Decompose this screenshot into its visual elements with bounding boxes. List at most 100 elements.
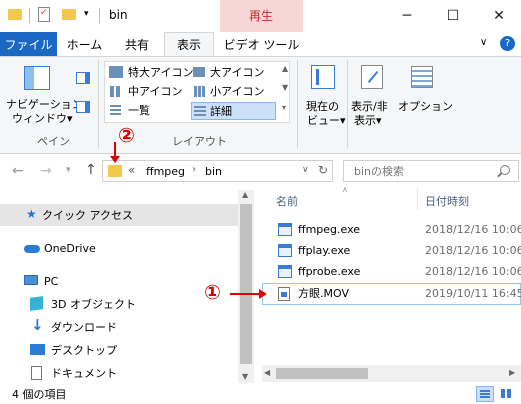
layout-details[interactable]: 詳細 — [191, 102, 276, 120]
nav-item-label: ドキュメント — [51, 367, 117, 380]
tab-file[interactable]: ファイル — [0, 32, 57, 56]
star-icon: ★ — [26, 207, 37, 221]
file-name: ffprobe.exe — [298, 265, 361, 278]
details-icon — [194, 106, 206, 116]
layout-list[interactable]: 一覧 — [108, 102, 190, 119]
recent-locations-icon[interactable]: ▾ — [66, 166, 71, 175]
hscroll-thumb[interactable] — [276, 368, 368, 379]
gallery-down-icon[interactable]: ▼ — [282, 84, 288, 92]
hscroll-left-icon[interactable]: ◀ — [264, 369, 270, 377]
details-pane-icon[interactable] — [76, 101, 90, 113]
scroll-down-icon[interactable]: ▼ — [242, 373, 248, 381]
layout-group-label: レイアウト — [172, 135, 227, 148]
nav-item-quick-access[interactable]: ★ クイック アクセス — [0, 204, 238, 226]
large-icons-view-toggle[interactable] — [498, 386, 516, 402]
layout-item-label: 詳細 — [210, 105, 232, 118]
show-hide-label-2: 表示▾ — [354, 114, 382, 127]
up-icon[interactable]: ↑ — [85, 163, 97, 177]
details-view-toggle[interactable] — [476, 386, 494, 402]
tab-video-tools[interactable]: ビデオ ツール — [220, 32, 303, 56]
cloud-icon — [24, 245, 40, 253]
preview-pane-icon[interactable] — [76, 72, 90, 84]
current-view-button[interactable]: 現在の ビュー▾ — [301, 60, 346, 130]
layout-extra-large-icons[interactable]: 特大アイコン — [108, 64, 194, 81]
pc-icon — [24, 275, 38, 285]
file-row[interactable]: ffmpeg.exe 2018/12/16 10:06 — [262, 219, 521, 241]
layout-item-label: 一覧 — [128, 104, 150, 117]
help-icon[interactable]: ? — [500, 36, 515, 51]
file-date: 2019/10/11 16:45 — [425, 287, 521, 300]
pane-group-label: ペイン — [37, 135, 70, 148]
show-hide-icon — [361, 65, 383, 89]
file-row[interactable]: ffprobe.exe 2018/12/16 10:06 — [262, 261, 521, 283]
nav-item-pc[interactable]: PC — [0, 270, 238, 292]
nav-item-desktop[interactable]: デスクトップ — [0, 339, 238, 361]
annotation-arrowhead — [259, 289, 267, 299]
breadcrumb-bin[interactable]: bin — [205, 166, 222, 177]
breadcrumb-ffmpeg[interactable]: ffmpeg — [146, 166, 185, 177]
minimize-button[interactable]: ─ — [384, 0, 430, 32]
ribbon-separator — [347, 60, 348, 148]
item-count: 4 個の項目 — [12, 388, 67, 401]
tab-share[interactable]: 共有 — [112, 32, 162, 56]
navigation-pane-button[interactable]: ナビゲーション ウィンドウ▾ — [4, 60, 83, 126]
current-view-label-1: 現在の — [306, 100, 339, 113]
qat-dropdown-icon[interactable]: ▾ — [84, 10, 89, 19]
back-icon[interactable]: ← — [12, 164, 24, 178]
scroll-thumb[interactable] — [240, 204, 252, 364]
new-folder-icon[interactable] — [62, 9, 76, 20]
list-icon — [110, 105, 121, 116]
file-row[interactable]: 方眼.MOV 2019/10/11 16:45 — [262, 283, 521, 305]
properties-icon[interactable]: ✓ — [38, 7, 50, 22]
show-hide-button[interactable]: 表示/非 表示▾ — [350, 60, 396, 130]
medium-icons-icon — [110, 86, 121, 97]
annotation-circle-2: ② — [118, 123, 135, 147]
nav-item-documents[interactable]: ドキュメント — [0, 362, 238, 383]
nav-item-3d-objects[interactable]: 3D オブジェクト — [0, 293, 238, 315]
file-row[interactable]: ffplay.exe 2018/12/16 10:06 — [262, 240, 521, 262]
address-dropdown-icon[interactable]: ∨ — [302, 166, 309, 175]
search-placeholder: binの検索 — [354, 165, 405, 178]
maximize-button[interactable]: ☐ — [430, 0, 476, 32]
current-view-icon — [311, 65, 335, 89]
nav-item-onedrive[interactable]: OneDrive — [0, 237, 238, 259]
title-separator — [99, 8, 100, 23]
layout-item-label: 小アイコン — [210, 85, 265, 98]
column-header-date[interactable]: 日付時刻 — [425, 196, 469, 207]
options-button[interactable]: オプション — [398, 60, 453, 130]
tab-home[interactable]: ホーム — [57, 32, 112, 56]
options-icon — [411, 66, 433, 88]
scroll-up-icon[interactable]: ▲ — [242, 191, 248, 199]
annotation-arrow-right — [230, 293, 260, 295]
tab-view[interactable]: 表示 — [164, 32, 214, 56]
show-hide-label-1: 表示/非 — [351, 100, 388, 113]
file-name: 方眼.MOV — [298, 287, 349, 300]
desktop-icon — [30, 344, 45, 355]
extra-large-icons-icon — [109, 66, 123, 78]
refresh-icon[interactable]: ↻ — [318, 164, 328, 176]
annotation-circle-1: ① — [204, 280, 221, 304]
search-icon[interactable] — [497, 165, 510, 178]
gallery-up-icon[interactable]: ▲ — [282, 65, 288, 73]
layout-small-icons[interactable]: 小アイコン — [192, 83, 286, 100]
file-date: 2018/12/16 10:06 — [425, 265, 521, 278]
nav-item-label: PC — [44, 275, 59, 288]
ribbon-separator — [297, 60, 298, 148]
large-icons-view-icon — [501, 389, 511, 398]
ribbon-collapse-icon[interactable]: ∨ — [480, 38, 487, 48]
layout-item-label: 特大アイコン — [128, 66, 194, 79]
address-folder-icon — [108, 165, 122, 177]
column-divider[interactable] — [417, 188, 418, 210]
forward-icon[interactable]: → — [40, 164, 52, 178]
address-overflow[interactable]: « — [128, 164, 135, 176]
gallery-more-icon[interactable]: ▾ — [282, 104, 286, 112]
column-header-name[interactable]: 名前 — [276, 196, 298, 207]
folder-icon — [8, 9, 22, 20]
layout-medium-icons[interactable]: 中アイコン — [108, 83, 190, 100]
navigation-pane-label-1: ナビゲーション — [6, 98, 83, 111]
layout-large-icons[interactable]: 大アイコン — [192, 64, 286, 81]
close-button[interactable]: ✕ — [476, 0, 521, 32]
nav-item-downloads[interactable]: ↓ ダウンロード — [0, 316, 238, 338]
hscroll-right-icon[interactable]: ▶ — [509, 369, 515, 377]
document-icon — [31, 366, 42, 380]
